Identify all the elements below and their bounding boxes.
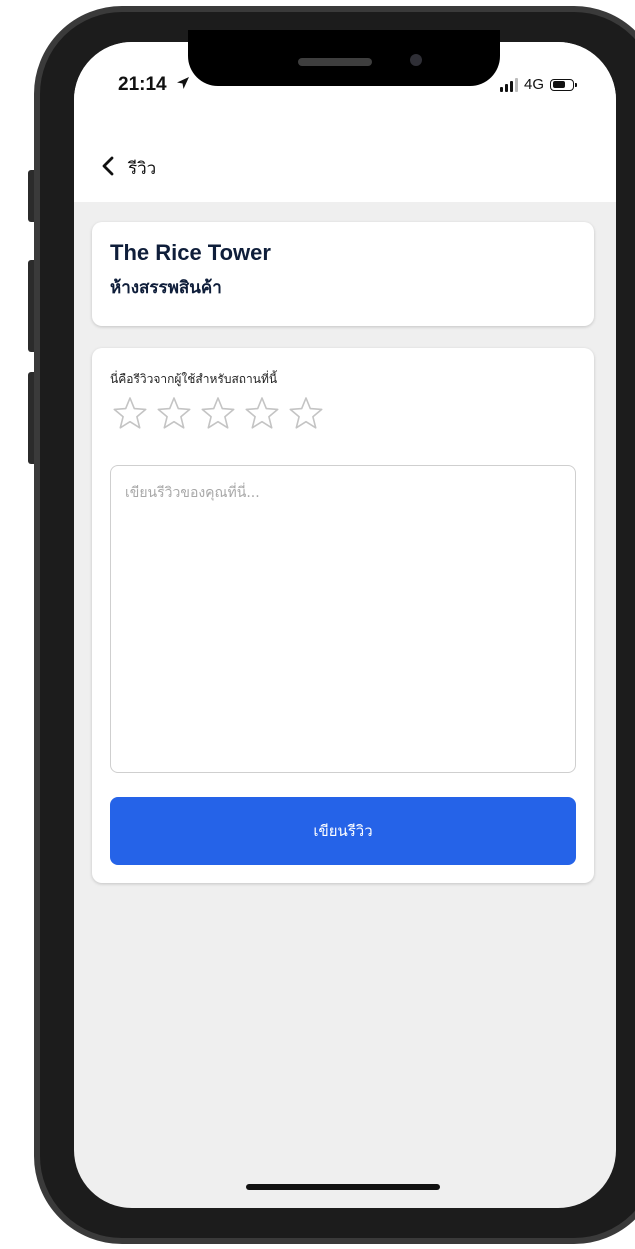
place-category: ห้างสรรพสินค้า bbox=[110, 278, 222, 298]
star-icon-5[interactable] bbox=[286, 394, 326, 434]
write-review-button[interactable]: เขียนรีวิว bbox=[110, 797, 576, 865]
home-indicator[interactable] bbox=[246, 1184, 440, 1190]
back-button[interactable]: รีวิว bbox=[74, 134, 156, 202]
chevron-left-icon bbox=[102, 156, 114, 180]
network-label: 4G bbox=[523, 76, 544, 93]
location-arrow-icon bbox=[176, 74, 190, 96]
place-card: The Rice Tower ห้างสรรพสินค้า bbox=[92, 222, 594, 326]
star-icon-4[interactable] bbox=[242, 394, 282, 434]
review-prompt: นี่คือรีวิวจากผู้ใช้สำหรับสถานที่นี้ bbox=[110, 372, 278, 386]
screen: 21:14 4G รีวิว The Rice Tower ห้างสรรพสิ… bbox=[74, 42, 616, 1208]
nav-bar: รีวิว bbox=[74, 134, 616, 202]
page-title: รีวิว bbox=[128, 158, 157, 179]
review-card: นี่คือรีวิวจากผู้ใช้สำหรับสถานที่นี้ เขี… bbox=[92, 348, 594, 883]
speaker-grille bbox=[298, 58, 372, 66]
notch bbox=[188, 30, 500, 86]
star-icon-3[interactable] bbox=[198, 394, 238, 434]
star-icon-2[interactable] bbox=[154, 394, 194, 434]
signal-icon bbox=[499, 77, 518, 92]
status-time: 21:14 bbox=[118, 74, 190, 96]
star-icon-1[interactable] bbox=[110, 394, 150, 434]
star-rating[interactable] bbox=[110, 394, 326, 434]
battery-icon bbox=[550, 78, 577, 91]
front-camera bbox=[410, 54, 422, 66]
review-text-input[interactable] bbox=[110, 465, 576, 773]
status-indicators: 4G bbox=[499, 76, 577, 93]
place-name: The Rice Tower bbox=[110, 240, 271, 265]
